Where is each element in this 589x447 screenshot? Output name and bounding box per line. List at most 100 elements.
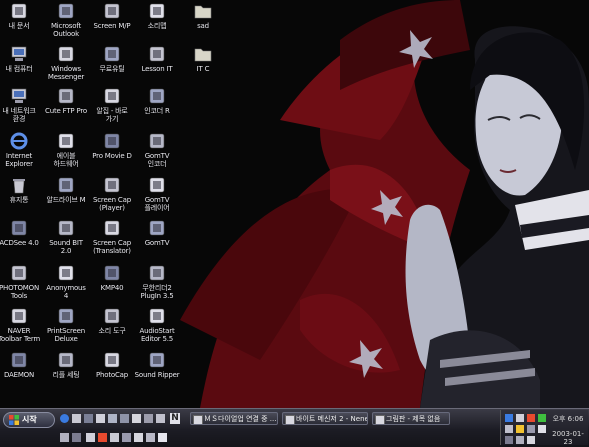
tray-icon[interactable] (505, 436, 513, 444)
gomtv-icon (149, 220, 165, 236)
quick-launch-icon[interactable] (146, 433, 155, 442)
quick-launch-icon[interactable] (60, 433, 69, 442)
photocap-icon (104, 352, 120, 368)
desktop-icon-label: 에이블 하드웨어 (53, 152, 79, 168)
desktop-icon[interactable]: 알집 - 바로 가기 (89, 86, 135, 123)
reader-plugin-icon (149, 265, 165, 281)
internet-explorer-icon (10, 132, 28, 150)
desktop-icon[interactable]: GomTV 인코더 (134, 131, 180, 168)
desktop-icon[interactable]: PhotoCap (89, 350, 135, 379)
taskbar-button-messenger[interactable]: 바이트 메신저 2 - Nene... (282, 412, 368, 425)
quick-launch-icon[interactable] (156, 414, 165, 423)
desktop-icon-label: Microsoft Outlook (50, 22, 82, 38)
desktop-icon[interactable]: PHOTOMON Tools (0, 263, 42, 300)
desktop-icon[interactable]: DAEMON (0, 350, 42, 379)
quick-launch-icon[interactable] (132, 414, 141, 423)
desktop-icon[interactable]: 소리 도구 (89, 306, 135, 335)
desktop-icon[interactable]: Microsoft Outlook (43, 1, 89, 38)
desktop-icon[interactable]: 무료유틸 (89, 44, 135, 73)
quick-launch-icon[interactable] (144, 414, 153, 423)
desktop-icon-label: NAVER Toolbar Term (0, 327, 40, 343)
desktop-icon[interactable]: sad (180, 1, 226, 30)
encoder-icon (149, 88, 165, 104)
desktop-icon[interactable]: NAVER Toolbar Term (0, 306, 42, 343)
printscreen-icon (58, 308, 74, 324)
desktop-icon[interactable]: Cute FTP Pro (43, 86, 89, 115)
desktop-icon[interactable]: 내 문서 (0, 1, 42, 30)
clock-time[interactable]: 오후 6:06 (549, 414, 587, 424)
desktop-icon[interactable]: 소리맵 (134, 1, 180, 30)
desktop-icon[interactable]: 휴지통 (0, 175, 42, 204)
desktop-icon[interactable]: Sound Ripper (134, 350, 180, 379)
antivirus-tray-icon[interactable] (527, 414, 535, 422)
desktop-icon[interactable]: Screen Cap (Player) (89, 175, 135, 212)
desktop-icon[interactable]: IT C (180, 44, 226, 73)
tray-icon[interactable] (516, 425, 524, 433)
desktop-icon[interactable]: 에이블 하드웨어 (43, 131, 89, 168)
quick-launch-icon[interactable] (72, 433, 81, 442)
desktop-icon[interactable]: PrintScreen Deluxe (43, 306, 89, 343)
network-tray-icon[interactable] (505, 414, 513, 422)
desktop-icon-label: 내 컴퓨터 (5, 65, 33, 73)
desktop-icon[interactable]: KMP40 (89, 263, 135, 292)
quick-launch-icon[interactable] (134, 433, 143, 442)
desktop-icon[interactable]: AudioStart Editor 5.5 (134, 306, 180, 343)
tray-icon[interactable] (505, 425, 513, 433)
taskbar: 시작 N ＭＳ다이얼업 연결 중 ... 바이트 메신저 2 - Nene...… (0, 408, 589, 447)
daemon-tools-icon (11, 352, 27, 368)
clock-date[interactable]: 2003-01-23 (549, 430, 587, 446)
desktop-icon-label: 알집 - 바로 가기 (96, 107, 128, 123)
desktop-icon-label: Sound BIT 2.0 (49, 239, 83, 255)
tray-icon[interactable] (538, 425, 546, 433)
desktop-icon[interactable]: GomTV (134, 218, 180, 247)
my-computer-icon (11, 46, 27, 61)
ripple-setting-icon (58, 352, 74, 368)
aldrive-icon (58, 177, 74, 193)
soundbit-icon (58, 220, 74, 236)
quick-launch-icon[interactable] (86, 433, 95, 442)
quick-launch-icon[interactable] (110, 433, 119, 442)
desktop-icon-label: Windows Messenger (47, 65, 85, 81)
my-documents-icon (11, 3, 27, 19)
desktop-icon[interactable]: 무한리더2 PlugIn 3.5 (134, 263, 180, 300)
desktop-icon[interactable]: Anonymous 4 (43, 263, 89, 300)
desktop-icon[interactable]: ACDSee 4.0 (0, 218, 42, 247)
tray-icon[interactable] (527, 436, 535, 444)
quick-launch-icon[interactable] (122, 433, 131, 442)
desktop-icon[interactable]: 인코더 R (134, 86, 180, 115)
desktop-icon[interactable]: 내 네트워크 환경 (0, 86, 42, 123)
internet-explorer-icon[interactable] (60, 414, 69, 423)
desktop-icon[interactable]: 내 컴퓨터 (0, 44, 42, 73)
quick-launch-icon[interactable] (120, 414, 129, 423)
desktop-icon-label: Screen M/P (93, 22, 131, 30)
volume-tray-icon[interactable] (516, 414, 524, 422)
desktop-icon[interactable]: Sound BIT 2.0 (43, 218, 89, 255)
desktop-icon[interactable]: Pro Movie D (89, 131, 135, 160)
desktop-icon[interactable]: GomTV 플레이어 (134, 175, 180, 212)
tray-icon[interactable] (516, 436, 524, 444)
start-button[interactable]: 시작 (3, 412, 55, 428)
desktop-icon[interactable]: 리플 세팅 (43, 350, 89, 379)
taskbar-button-paint[interactable]: 그림판 - 제목 없음 (372, 412, 450, 425)
desktop-icon-label: Internet Explorer (5, 152, 33, 168)
tray-icon[interactable] (527, 425, 535, 433)
desktop-icon-label: sad (197, 22, 209, 30)
desktop-icon[interactable]: Screen Cap (Translator) (89, 218, 135, 255)
messenger-tray-icon[interactable] (538, 414, 546, 422)
outlook-icon[interactable] (84, 414, 93, 423)
naver-icon[interactable]: N (170, 413, 180, 424)
desktop-icon-label: 소리 도구 (98, 327, 126, 335)
quick-launch-icon[interactable] (96, 414, 105, 423)
gomtv-player-icon (149, 177, 165, 193)
desktop-icon[interactable]: 알드라이브 M (43, 175, 89, 204)
desktop-icon-label: IT C (196, 65, 210, 73)
quick-launch-icon[interactable] (108, 414, 117, 423)
desktop-icon[interactable]: Internet Explorer (0, 131, 42, 168)
desktop-icon[interactable]: Screen M/P (89, 1, 135, 30)
desktop-icon[interactable]: Windows Messenger (43, 44, 89, 81)
quick-launch-icon[interactable] (98, 433, 107, 442)
quick-launch-icon[interactable] (158, 433, 167, 442)
desktop-icon[interactable]: Lesson IT (134, 44, 180, 73)
taskbar-button-dialup[interactable]: ＭＳ다이얼업 연결 중 ... (190, 412, 278, 425)
show-desktop-icon[interactable] (72, 414, 81, 423)
